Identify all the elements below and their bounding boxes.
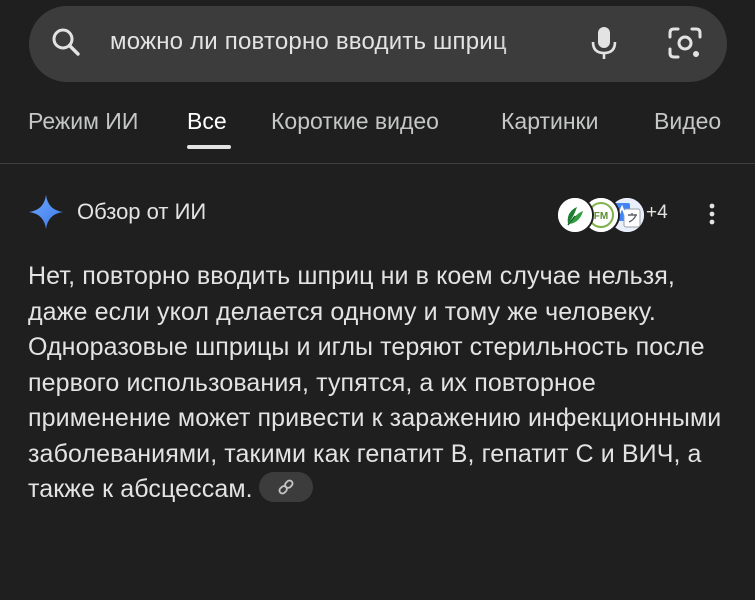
sources-stack[interactable]: FM +4 [556, 192, 676, 234]
active-tab-indicator [187, 145, 231, 149]
ai-overview-answer: Нет, повторно вводить шприц ни в коем сл… [28, 259, 733, 508]
tab-ai-mode[interactable]: Режим ИИ [28, 108, 138, 135]
search-icon[interactable] [50, 26, 82, 58]
ai-overview-header: Обзор от ИИ FM +4 [0, 190, 755, 240]
camera-lens-icon[interactable] [667, 26, 703, 60]
search-input[interactable]: можно ли повторно вводить шприц [110, 28, 565, 60]
answer-text: Нет, повторно вводить шприц ни в коем сл… [28, 262, 722, 503]
gemini-sparkle-icon [29, 195, 63, 229]
tab-short-videos[interactable]: Короткие видео [271, 108, 439, 135]
tabs-divider [0, 163, 755, 164]
link-icon [278, 479, 294, 495]
svg-text:FM: FM [594, 211, 608, 222]
leaf-logo-icon[interactable] [556, 196, 594, 234]
sources-extra-count[interactable]: +4 [646, 202, 668, 224]
microphone-icon[interactable] [589, 24, 619, 62]
tab-all[interactable]: Все [187, 108, 227, 135]
source-link-button[interactable] [258, 472, 313, 503]
ai-overview-title: Обзор от ИИ [77, 199, 207, 224]
search-tabs: Режим ИИ Все Короткие видео Картинки Вид… [0, 98, 755, 164]
tab-images[interactable]: Картинки [501, 108, 598, 135]
more-options-icon[interactable] [702, 202, 722, 226]
tab-videos[interactable]: Видео [654, 108, 721, 135]
